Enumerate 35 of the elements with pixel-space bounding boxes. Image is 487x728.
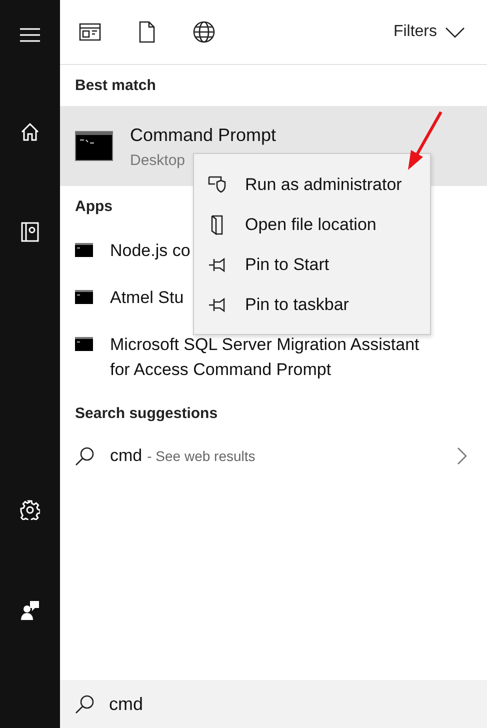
section-heading: Best match bbox=[74, 76, 156, 96]
notebook-icon[interactable] bbox=[21, 222, 39, 242]
globe-icon[interactable] bbox=[193, 21, 215, 43]
app-result[interactable]: Atmel Stu bbox=[110, 285, 184, 310]
terminal-icon bbox=[75, 337, 93, 351]
app-result[interactable]: Node.js co bbox=[110, 238, 190, 263]
suggestion-hint: - See web results bbox=[147, 448, 256, 464]
document-icon[interactable] bbox=[139, 21, 155, 43]
feedback-icon[interactable] bbox=[20, 600, 40, 620]
menu-icon[interactable] bbox=[20, 28, 40, 42]
suggestion-query: cmd bbox=[110, 446, 142, 465]
search-bar[interactable]: cmd bbox=[60, 680, 487, 728]
shield-icon bbox=[208, 175, 228, 195]
chevron-down-icon bbox=[445, 26, 465, 38]
search-icon bbox=[75, 694, 95, 714]
terminal-icon bbox=[75, 131, 113, 161]
filters-button[interactable]: Filters bbox=[389, 19, 469, 45]
menu-item[interactable]: Pin to Start bbox=[194, 245, 430, 285]
menu-item[interactable]: Open file location bbox=[194, 205, 430, 245]
apps-filter-icon[interactable] bbox=[79, 23, 101, 41]
section-heading: Apps bbox=[74, 197, 112, 217]
result-title: Command Prompt bbox=[130, 125, 276, 146]
app-result[interactable]: Microsoft SQL Server Migration Assistant for Access Command Prompt bbox=[110, 332, 428, 382]
suggestion-row[interactable]: cmd - See web results bbox=[60, 434, 487, 478]
section-heading: Search suggestions bbox=[74, 404, 218, 424]
result-subtitle: Desktop bbox=[130, 152, 186, 169]
settings-icon[interactable] bbox=[20, 500, 40, 520]
chevron-right-icon bbox=[457, 447, 467, 465]
annotation-arrow bbox=[408, 111, 442, 170]
menu-item[interactable]: Pin to taskbar bbox=[194, 285, 430, 325]
search-field[interactable]: cmd bbox=[109, 694, 409, 714]
search-icon bbox=[75, 446, 95, 466]
home-icon[interactable] bbox=[20, 122, 40, 142]
terminal-icon bbox=[75, 290, 93, 304]
terminal-icon bbox=[75, 243, 93, 257]
